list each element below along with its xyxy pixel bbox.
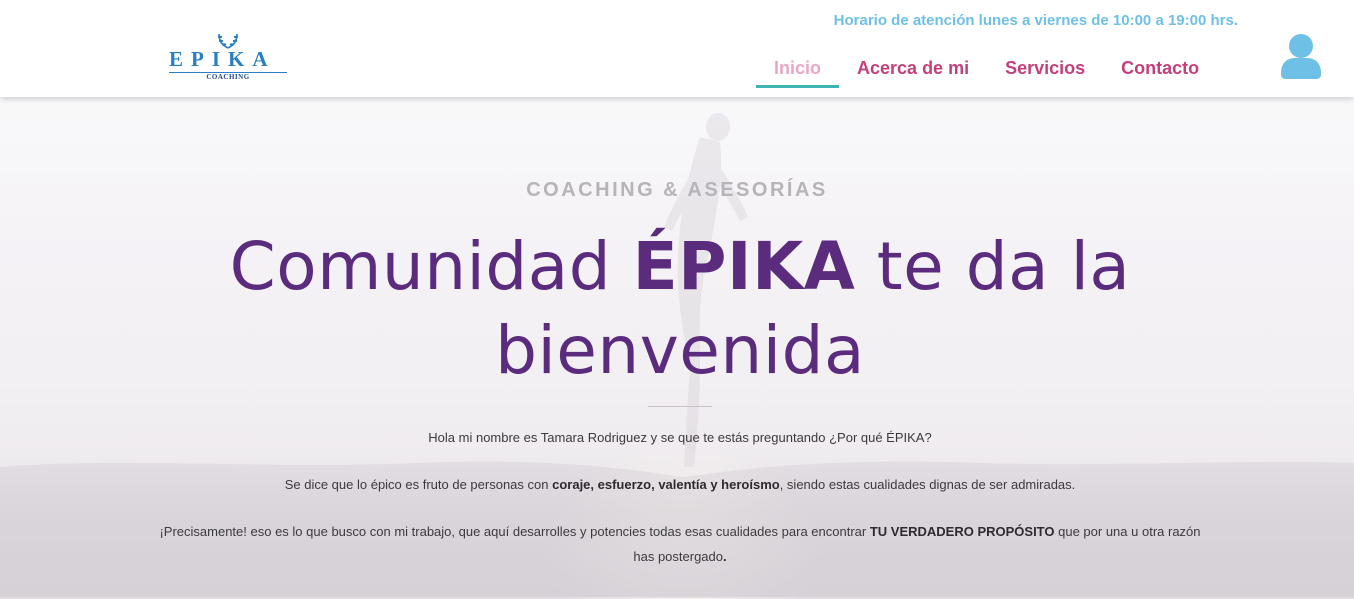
site-header: EPIKA COACHING Horario de atención lunes…: [0, 0, 1354, 97]
main-nav: Inicio Acerca de mi Servicios Contacto: [756, 52, 1217, 88]
epika-logo[interactable]: EPIKA COACHING: [166, 28, 290, 84]
intro-paragraph: Hola mi nombre es Tamara Rodriguez y se …: [428, 430, 932, 445]
p2-text-start: Se dice que lo épico es fruto de persona…: [284, 477, 553, 492]
hero-divider: [648, 406, 712, 407]
nav-servicios[interactable]: Servicios: [987, 52, 1103, 88]
p2-text-end: , siendo estas cualidades dignas de ser …: [779, 477, 1076, 492]
office-hours: Horario de atención lunes a viernes de 1…: [833, 12, 1238, 29]
hero-section: COACHING & ASESORÍAS Comunidad ÉPIKA te …: [0, 97, 1354, 599]
logo-wordmark: EPIKA: [169, 47, 276, 71]
nav-contacto[interactable]: Contacto: [1103, 52, 1217, 88]
p3-text-start: ¡Precisamente! eso es lo que busco con m…: [159, 524, 870, 539]
hero-kicker: COACHING & ASESORÍAS: [526, 179, 828, 201]
p3-bold: TU VERDADERO PROPÓSITO: [869, 524, 1055, 539]
logo-subtitle: COACHING: [206, 73, 250, 81]
nav-inicio[interactable]: Inicio: [756, 52, 840, 88]
epic-definition-paragraph: Se dice que lo épico es fruto de persona…: [150, 472, 1210, 497]
nav-acerca-de-mi[interactable]: Acerca de mi: [839, 52, 987, 88]
p3-period: .: [723, 549, 727, 564]
hero-title-pre: Comunidad: [229, 228, 633, 305]
hero-title-bold: ÉPIKA: [632, 228, 856, 305]
hero-title: Comunidad ÉPIKA te da la bienvenida: [160, 225, 1200, 393]
user-icon[interactable]: [1281, 33, 1321, 79]
p2-bold: coraje, esfuerzo, valentía y heroísmo: [552, 477, 780, 492]
purpose-paragraph: ¡Precisamente! eso es lo que busco con m…: [150, 519, 1210, 569]
